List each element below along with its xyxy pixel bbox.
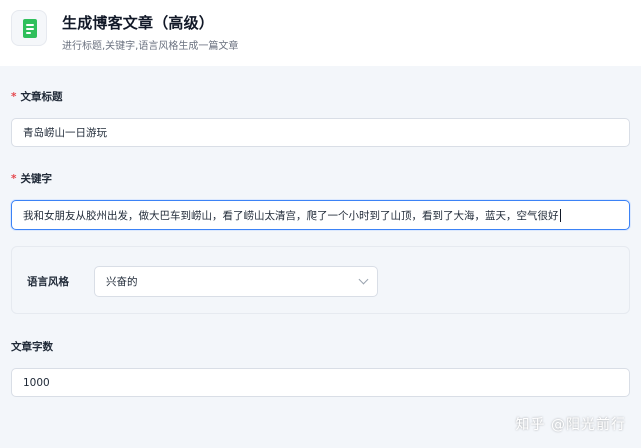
watermark: 知乎 @阳光前行	[515, 417, 626, 433]
keywords-label: * 关键字	[11, 173, 52, 185]
article-title-input[interactable]: 青岛崂山一日游玩	[11, 118, 630, 147]
required-mark: *	[11, 173, 17, 185]
article-title-label: * 文章标题	[11, 91, 63, 103]
page-subtitle: 进行标题,关键字,语言风格生成一篇文章	[62, 41, 239, 52]
word-count-label: 文章字数	[11, 341, 53, 353]
language-style-select[interactable]: 兴奋的	[94, 266, 378, 297]
required-mark: *	[11, 91, 17, 103]
page-title: 生成博客文章（高级）	[62, 14, 215, 32]
keywords-input[interactable]: 我和女朋友从胶州出发，做大巴车到崂山，看了崂山太清宫，爬了一个小时到了山顶，看到…	[11, 200, 630, 230]
language-style-panel: 语言风格 兴奋的	[11, 246, 630, 314]
document-icon	[11, 10, 47, 46]
app-header: 生成博客文章（高级） 进行标题,关键字,语言风格生成一篇文章	[0, 0, 641, 66]
language-style-value: 兴奋的	[106, 276, 138, 288]
language-style-label: 语言风格	[27, 276, 69, 288]
chevron-down-icon	[358, 274, 369, 285]
text-caret	[559, 208, 561, 222]
word-count-input[interactable]: 1000	[11, 368, 630, 397]
